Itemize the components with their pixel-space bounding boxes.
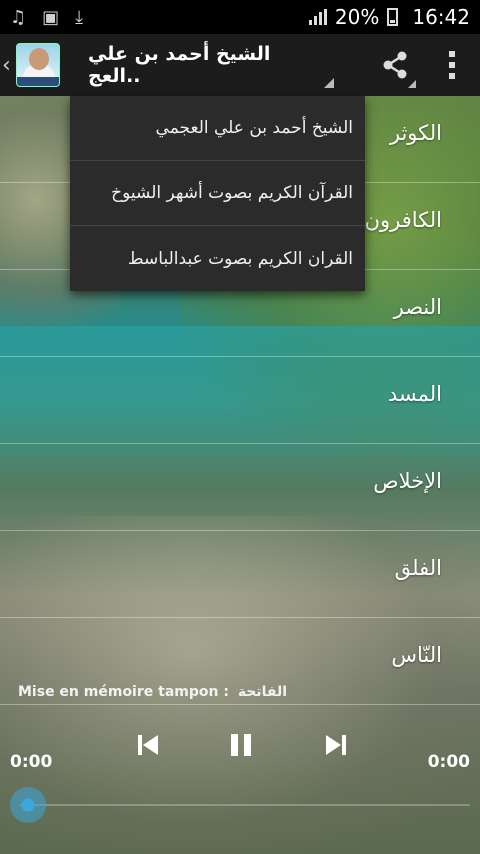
status-bar: ♫ ▣ ⤓ 20% 16:42 [0, 0, 480, 34]
seek-bar[interactable] [10, 785, 470, 825]
list-item[interactable]: الفلق [0, 531, 480, 618]
list-item[interactable]: المسد [0, 357, 480, 444]
action-bar: ‹ الشيخ أحمد بن علي العج.. [0, 34, 480, 96]
signal-icon [308, 9, 327, 25]
previous-icon[interactable] [134, 730, 164, 760]
app-icon[interactable] [16, 43, 60, 87]
download-icon: ⤓ [75, 6, 84, 28]
surah-name: النّاس [391, 643, 442, 667]
surah-name: الكافرون [364, 208, 442, 232]
back-chevron-icon[interactable]: ‹ [0, 53, 14, 78]
music-icon: ♫ [10, 6, 27, 28]
list-item[interactable]: الإخلاص [0, 444, 480, 531]
seek-track [20, 804, 470, 806]
buffer-status: Mise en mémoire tampon : الفاتحة [18, 684, 287, 700]
image-icon: ▣ [42, 6, 60, 28]
surah-name: النصر [393, 295, 442, 319]
pause-icon[interactable] [226, 730, 256, 760]
next-icon[interactable] [320, 730, 350, 760]
menu-item[interactable]: القران الكريم بصوت عبدالباسط [70, 226, 365, 291]
elapsed-time: 0:00 [10, 752, 53, 772]
battery-icon [387, 8, 399, 26]
buffer-surah: الفاتحة [237, 684, 288, 700]
spinner-arrow-icon [324, 78, 334, 88]
battery-percent: 20% [334, 5, 380, 29]
spinner-title: الشيخ أحمد بن علي العج.. [88, 43, 271, 87]
seek-thumb[interactable] [10, 787, 46, 823]
total-duration: 0:00 [427, 752, 470, 772]
share-icon [383, 51, 407, 79]
surah-name: الفلق [394, 556, 442, 580]
menu-item[interactable]: الشيخ أحمد بن علي العجمي [70, 96, 365, 161]
surah-name: الكوثر [389, 121, 442, 145]
clock: 16:42 [412, 5, 470, 29]
reciter-spinner[interactable]: الشيخ أحمد بن علي العج.. [88, 34, 338, 96]
share-button[interactable] [368, 34, 420, 96]
surah-name: المسد [387, 382, 442, 406]
reciter-dropdown-menu: الشيخ أحمد بن علي العجمي القرآن الكريم ب… [70, 96, 365, 291]
surah-name: الإخلاص [373, 469, 442, 493]
buffer-label: Mise en mémoire tampon : [18, 684, 229, 700]
overflow-menu-icon[interactable] [442, 51, 462, 79]
menu-item[interactable]: القرآن الكريم بصوت أشهر الشيوخ [70, 161, 365, 226]
